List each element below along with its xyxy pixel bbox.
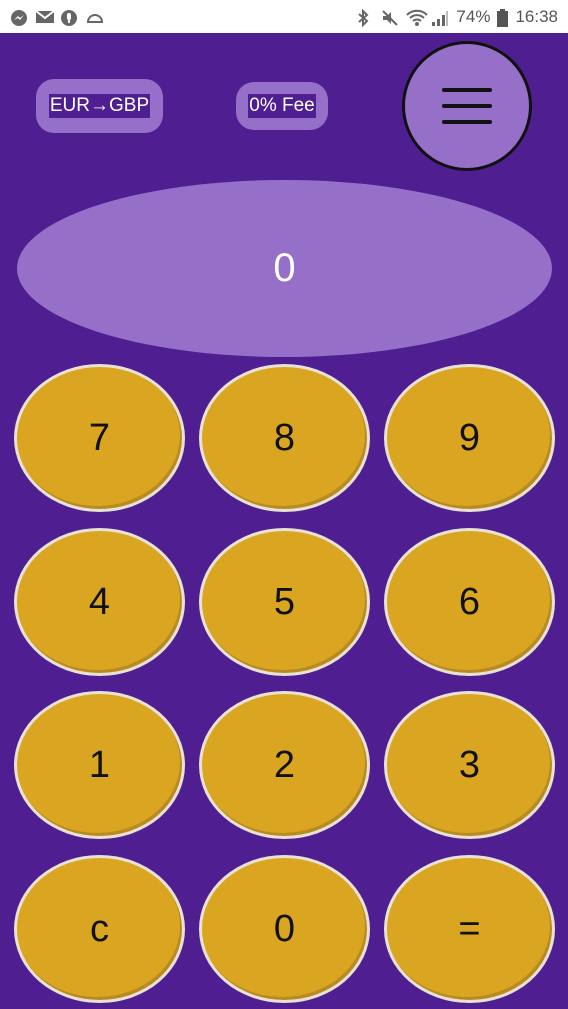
key-3[interactable]: 3 — [384, 691, 555, 839]
clear-button[interactable]: c — [14, 855, 185, 1003]
hamburger-line — [442, 120, 492, 124]
voicemail-icon — [60, 9, 78, 26]
messenger-icon — [10, 9, 28, 26]
hamburger-line — [442, 104, 492, 108]
key-1[interactable]: 1 — [14, 691, 185, 839]
mute-icon — [381, 9, 399, 26]
key-0[interactable]: 0 — [199, 855, 370, 1003]
key-7[interactable]: 7 — [14, 364, 185, 512]
hamburger-menu-icon — [442, 88, 492, 92]
wifi-icon — [406, 9, 429, 26]
key-8[interactable]: 8 — [199, 364, 370, 512]
battery-percentage: 74% — [456, 6, 491, 26]
fee-label: 0% Fee — [248, 94, 316, 118]
key-6[interactable]: 6 — [384, 528, 555, 676]
conversion-button[interactable]: EUR→GBP — [36, 79, 163, 133]
battery-icon — [497, 8, 509, 27]
key-2[interactable]: 2 — [199, 691, 370, 839]
bluetooth-icon — [356, 8, 374, 27]
cloud-icon — [85, 9, 104, 25]
status-bar: 74% 16:38 — [0, 0, 568, 33]
mail-icon — [35, 9, 55, 25]
conversion-label: EUR→GBP — [48, 94, 151, 118]
fee-button[interactable]: 0% Fee — [236, 82, 328, 130]
result-display: 0 — [17, 180, 552, 357]
signal-icon — [431, 9, 449, 26]
notification-icons — [10, 9, 104, 26]
key-4[interactable]: 4 — [14, 528, 185, 676]
key-5[interactable]: 5 — [199, 528, 370, 676]
system-icons: 74% 16:38 — [356, 7, 558, 27]
menu-button[interactable] — [402, 41, 532, 171]
key-9[interactable]: 9 — [384, 364, 555, 512]
clock: 16:38 — [515, 6, 558, 26]
equals-button[interactable]: = — [384, 855, 555, 1003]
calculator-app: EUR→GBP 0% Fee 0 7 8 9 4 5 6 1 2 3 c 0 = — [0, 33, 568, 1009]
